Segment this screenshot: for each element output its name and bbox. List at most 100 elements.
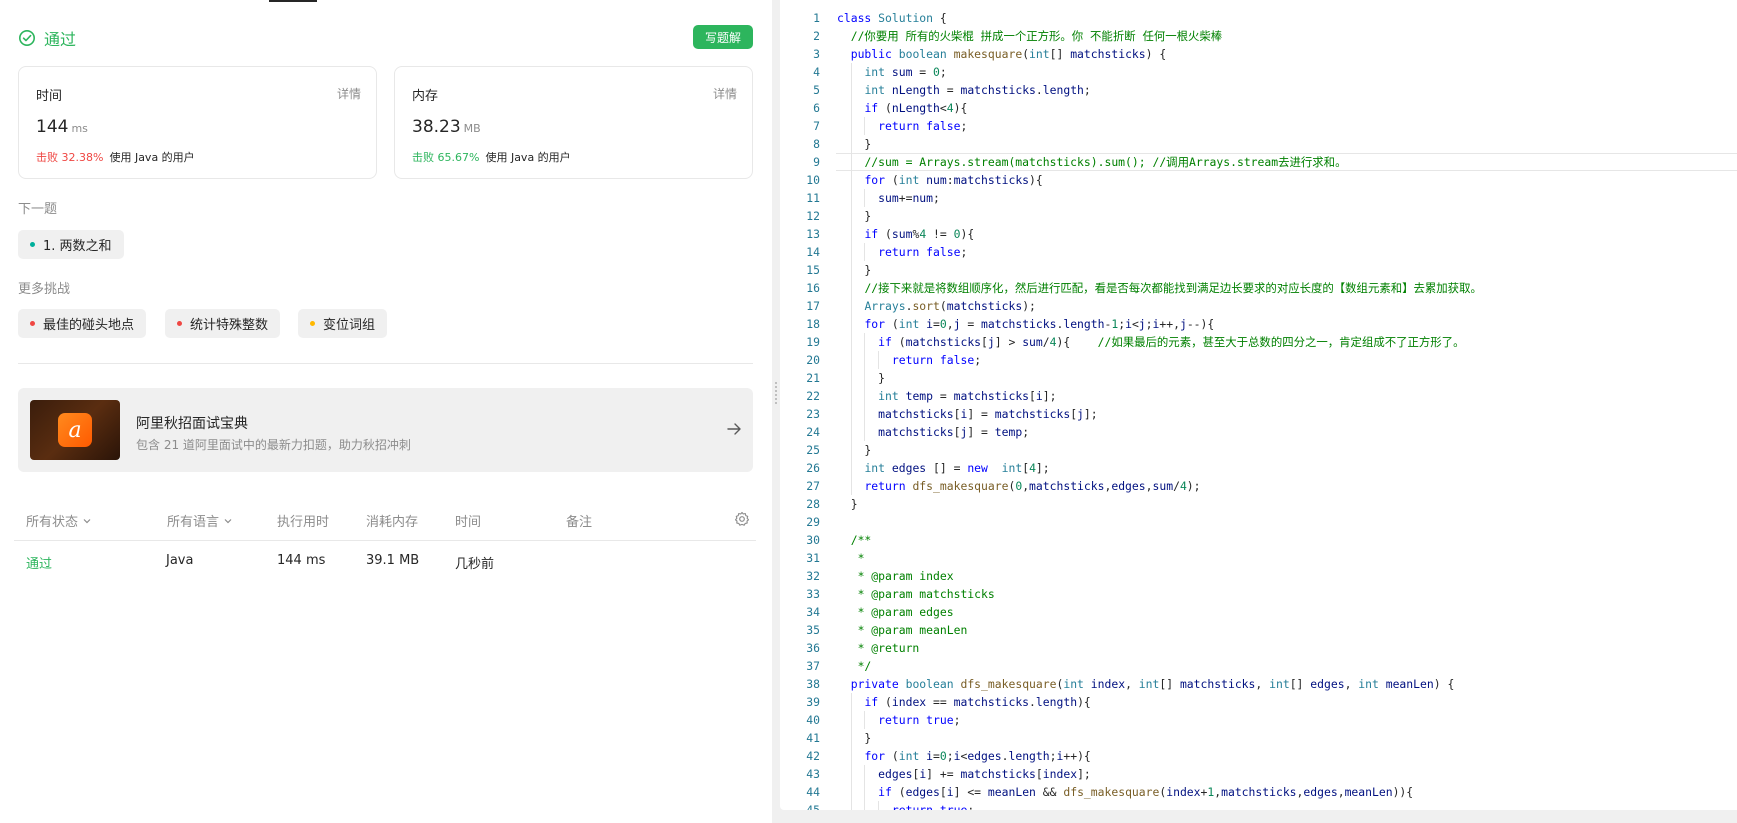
line-number: 15 [806, 263, 820, 277]
write-solution-button[interactable]: 写题解 [693, 25, 753, 49]
code-line[interactable]: 4 int sum = 0; [780, 63, 1737, 81]
challenge-title: 统计特殊整数 [190, 318, 269, 333]
code-editor[interactable]: 1 class Solution {2 //你要用 所有的火柴棍 拼成一个正方形。… [780, 9, 1737, 810]
code-line[interactable]: 14 return false; [780, 243, 1737, 261]
challenge-chip-3[interactable]: 变位词组 [298, 309, 388, 338]
code-line[interactable]: 33 * @param matchsticks [780, 585, 1737, 603]
code-line[interactable]: 30 /** [780, 531, 1737, 549]
challenge-chip-2[interactable]: 统计特殊整数 [165, 309, 281, 338]
memory-title: 内存 [412, 89, 439, 104]
code-text: /** [837, 533, 872, 547]
code-line[interactable]: 41 } [780, 729, 1737, 747]
code-text: //接下来就是将数组顺序化，然后进行匹配，看是否每次都能找到满足边长要求的对应长… [864, 281, 1482, 295]
code-line[interactable]: 19 if (matchsticks[j] > sum/4){ //如果最后的元… [780, 333, 1737, 351]
code-line[interactable]: 20 return false; [780, 351, 1737, 369]
line-number: 30 [806, 533, 820, 547]
runtime-detail-link[interactable]: 详情 [337, 85, 361, 102]
code-line[interactable]: 22 int temp = matchsticks[i]; [780, 387, 1737, 405]
promo-banner[interactable]: a 阿里秋招面试宝典 包含 21 道阿里面试中的最新力扣题，助力秋招冲刺 [18, 388, 753, 472]
row-language: Java [166, 553, 194, 568]
code-text: for (int i=0;i<edges.length;i++){ [864, 749, 1091, 763]
code-line[interactable]: 45 return true; [780, 801, 1737, 810]
code-line[interactable]: 23 matchsticks[i] = matchsticks[j]; [780, 405, 1737, 423]
code-editor-panel[interactable]: 1 class Solution {2 //你要用 所有的火柴棍 拼成一个正方形。… [780, 0, 1737, 810]
code-line[interactable]: 40 return true; [780, 711, 1737, 729]
code-line[interactable]: 35 * @param meanLen [780, 621, 1737, 639]
drag-grip-icon [775, 382, 777, 404]
challenge-chip-1[interactable]: 最佳的碰头地点 [18, 309, 147, 338]
memory-number: 38.23 [412, 117, 461, 137]
code-line[interactable]: 10 for (int num:matchsticks){ [780, 171, 1737, 189]
next-question-label: 下一题 [18, 202, 58, 217]
line-number: 26 [806, 461, 820, 475]
code-line[interactable]: 29 [780, 513, 1737, 531]
submission-status-row: 通过 写题解 [18, 24, 753, 52]
line-number: 33 [806, 587, 820, 601]
code-line[interactable]: 6 if (nLength<4){ [780, 99, 1737, 117]
code-line[interactable]: 17 Arrays.sort(matchsticks); [780, 297, 1737, 315]
code-line[interactable]: 15 } [780, 261, 1737, 279]
code-line[interactable]: 3 public boolean makesquare(int[] matchs… [780, 45, 1737, 63]
code-line[interactable]: 12 } [780, 207, 1737, 225]
code-line[interactable]: 24 matchsticks[j] = temp; [780, 423, 1737, 441]
code-line[interactable]: 36 * @return [780, 639, 1737, 657]
line-number: 8 [813, 137, 820, 151]
code-line[interactable]: 9 //sum = Arrays.stream(matchsticks).sum… [780, 153, 1737, 171]
line-number: 25 [806, 443, 820, 457]
runtime-card: 时间 详情 144 ms 击败 32.38% 使用 Java 的用户 [18, 66, 377, 179]
next-question-chip[interactable]: 1. 两数之和 [18, 230, 124, 259]
alibaba-logo-icon: a [58, 413, 92, 447]
header-runtime: 执行用时 [277, 515, 330, 530]
code-text: } [837, 263, 872, 277]
status-filter-dropdown[interactable]: 所有状态 [26, 511, 92, 530]
next-question-title: 1. 两数之和 [43, 239, 112, 254]
code-text: public boolean makesquare(int[] matchsti… [850, 47, 1167, 61]
code-line[interactable]: 43 edges[i] += matchsticks[index]; [780, 765, 1737, 783]
line-number: 32 [806, 569, 820, 583]
row-status[interactable]: 通过 [26, 553, 52, 572]
code-line[interactable]: 5 int nLength = matchsticks.length; [780, 81, 1737, 99]
code-line[interactable]: 27 return dfs_makesquare(0,matchsticks,e… [780, 477, 1737, 495]
code-line[interactable]: 44 if (edges[i] <= meanLen && dfs_makesq… [780, 783, 1737, 801]
code-line[interactable]: 1 class Solution { [780, 9, 1737, 27]
code-text: * @param matchsticks [837, 587, 995, 601]
language-filter-dropdown[interactable]: 所有语言 [167, 511, 233, 530]
code-line[interactable]: 39 if (index == matchsticks.length){ [780, 693, 1737, 711]
line-number: 41 [806, 731, 820, 745]
code-line[interactable]: 28 } [780, 495, 1737, 513]
code-line[interactable]: 8 } [780, 135, 1737, 153]
code-line[interactable]: 16 //接下来就是将数组顺序化，然后进行匹配，看是否每次都能找到满足边长要求的… [780, 279, 1737, 297]
alibaba-logo-image: a [30, 400, 120, 460]
code-line[interactable]: 2 //你要用 所有的火柴棍 拼成一个正方形。你 不能折断 任何一根火柴棒 [780, 27, 1737, 45]
line-number: 45 [806, 803, 820, 810]
runtime-unit: ms [71, 122, 88, 135]
code-line[interactable]: 38 private boolean dfs_makesquare(int in… [780, 675, 1737, 693]
panel-resize-handle[interactable] [772, 0, 780, 823]
code-line[interactable]: 7 return false; [780, 117, 1737, 135]
runtime-beat-percent: 击败 32.38% [36, 151, 104, 164]
line-number: 21 [806, 371, 820, 385]
code-line[interactable]: 37 */ [780, 657, 1737, 675]
memory-unit: MB [463, 122, 481, 135]
code-line[interactable]: 31 * [780, 549, 1737, 567]
line-number: 9 [813, 155, 820, 169]
code-line[interactable]: 11 sum+=num; [780, 189, 1737, 207]
line-number: 38 [806, 677, 820, 691]
code-line[interactable]: 32 * @param index [780, 567, 1737, 585]
code-line[interactable]: 13 if (sum%4 != 0){ [780, 225, 1737, 243]
table-row[interactable]: 通过 Java 144 ms 39.1 MB 几秒前 [14, 549, 756, 577]
chevron-down-icon [224, 518, 232, 523]
gear-icon[interactable] [734, 511, 750, 527]
memory-detail-link[interactable]: 详情 [713, 85, 737, 102]
code-line[interactable]: 18 for (int i=0,j = matchsticks.length-1… [780, 315, 1737, 333]
code-line[interactable]: 42 for (int i=0;i<edges.length;i++){ [780, 747, 1737, 765]
code-line[interactable]: 34 * @param edges [780, 603, 1737, 621]
active-tab-indicator [269, 0, 317, 2]
line-number: 22 [806, 389, 820, 403]
code-line[interactable]: 26 int edges [] = new int[4]; [780, 459, 1737, 477]
code-line[interactable]: 21 } [780, 369, 1737, 387]
line-number: 19 [806, 335, 820, 349]
code-line[interactable]: 25 } [780, 441, 1737, 459]
line-number: 40 [806, 713, 820, 727]
difficulty-dot [310, 321, 315, 326]
